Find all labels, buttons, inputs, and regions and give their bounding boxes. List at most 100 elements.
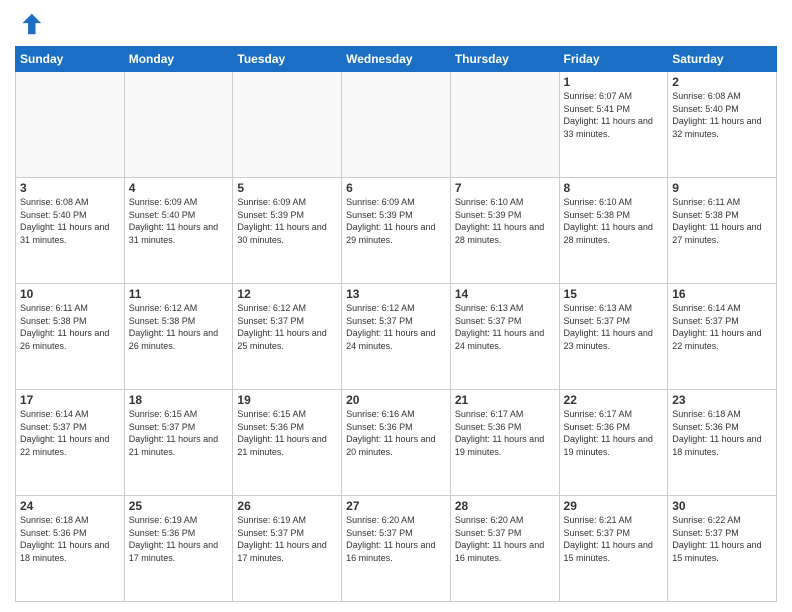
day-info: Sunrise: 6:14 AMSunset: 5:37 PMDaylight:… (20, 408, 120, 458)
calendar-cell: 4Sunrise: 6:09 AMSunset: 5:40 PMDaylight… (124, 178, 233, 284)
day-number: 15 (564, 287, 664, 301)
calendar-header-wednesday: Wednesday (342, 47, 451, 72)
calendar-header-thursday: Thursday (450, 47, 559, 72)
day-number: 2 (672, 75, 772, 89)
calendar-header-row: SundayMondayTuesdayWednesdayThursdayFrid… (16, 47, 777, 72)
day-info: Sunrise: 6:19 AMSunset: 5:37 PMDaylight:… (237, 514, 337, 564)
day-number: 20 (346, 393, 446, 407)
calendar-cell: 14Sunrise: 6:13 AMSunset: 5:37 PMDayligh… (450, 284, 559, 390)
day-number: 18 (129, 393, 229, 407)
day-info: Sunrise: 6:12 AMSunset: 5:37 PMDaylight:… (237, 302, 337, 352)
calendar-header-saturday: Saturday (668, 47, 777, 72)
calendar-week-2: 3Sunrise: 6:08 AMSunset: 5:40 PMDaylight… (16, 178, 777, 284)
calendar-header-sunday: Sunday (16, 47, 125, 72)
day-number: 14 (455, 287, 555, 301)
day-info: Sunrise: 6:09 AMSunset: 5:39 PMDaylight:… (237, 196, 337, 246)
calendar-cell: 5Sunrise: 6:09 AMSunset: 5:39 PMDaylight… (233, 178, 342, 284)
day-number: 21 (455, 393, 555, 407)
day-number: 16 (672, 287, 772, 301)
calendar-cell: 8Sunrise: 6:10 AMSunset: 5:38 PMDaylight… (559, 178, 668, 284)
calendar-cell: 2Sunrise: 6:08 AMSunset: 5:40 PMDaylight… (668, 72, 777, 178)
day-number: 30 (672, 499, 772, 513)
day-info: Sunrise: 6:09 AMSunset: 5:39 PMDaylight:… (346, 196, 446, 246)
day-info: Sunrise: 6:13 AMSunset: 5:37 PMDaylight:… (564, 302, 664, 352)
day-number: 23 (672, 393, 772, 407)
calendar-week-5: 24Sunrise: 6:18 AMSunset: 5:36 PMDayligh… (16, 496, 777, 602)
calendar-cell: 15Sunrise: 6:13 AMSunset: 5:37 PMDayligh… (559, 284, 668, 390)
day-number: 1 (564, 75, 664, 89)
logo (15, 10, 47, 38)
calendar-header-friday: Friday (559, 47, 668, 72)
day-number: 5 (237, 181, 337, 195)
calendar-cell: 19Sunrise: 6:15 AMSunset: 5:36 PMDayligh… (233, 390, 342, 496)
calendar-cell: 16Sunrise: 6:14 AMSunset: 5:37 PMDayligh… (668, 284, 777, 390)
day-number: 28 (455, 499, 555, 513)
calendar-cell: 9Sunrise: 6:11 AMSunset: 5:38 PMDaylight… (668, 178, 777, 284)
calendar-week-1: 1Sunrise: 6:07 AMSunset: 5:41 PMDaylight… (16, 72, 777, 178)
calendar-cell: 17Sunrise: 6:14 AMSunset: 5:37 PMDayligh… (16, 390, 125, 496)
calendar-cell: 3Sunrise: 6:08 AMSunset: 5:40 PMDaylight… (16, 178, 125, 284)
day-info: Sunrise: 6:20 AMSunset: 5:37 PMDaylight:… (455, 514, 555, 564)
logo-icon (15, 10, 43, 38)
calendar-week-3: 10Sunrise: 6:11 AMSunset: 5:38 PMDayligh… (16, 284, 777, 390)
calendar-cell: 1Sunrise: 6:07 AMSunset: 5:41 PMDaylight… (559, 72, 668, 178)
calendar-week-4: 17Sunrise: 6:14 AMSunset: 5:37 PMDayligh… (16, 390, 777, 496)
day-number: 3 (20, 181, 120, 195)
day-number: 9 (672, 181, 772, 195)
calendar-cell: 6Sunrise: 6:09 AMSunset: 5:39 PMDaylight… (342, 178, 451, 284)
header (15, 10, 777, 38)
calendar-cell: 30Sunrise: 6:22 AMSunset: 5:37 PMDayligh… (668, 496, 777, 602)
calendar-cell: 27Sunrise: 6:20 AMSunset: 5:37 PMDayligh… (342, 496, 451, 602)
calendar-cell (124, 72, 233, 178)
day-info: Sunrise: 6:15 AMSunset: 5:37 PMDaylight:… (129, 408, 229, 458)
day-number: 8 (564, 181, 664, 195)
day-info: Sunrise: 6:16 AMSunset: 5:36 PMDaylight:… (346, 408, 446, 458)
day-info: Sunrise: 6:20 AMSunset: 5:37 PMDaylight:… (346, 514, 446, 564)
day-number: 27 (346, 499, 446, 513)
calendar-cell (450, 72, 559, 178)
day-number: 29 (564, 499, 664, 513)
day-info: Sunrise: 6:17 AMSunset: 5:36 PMDaylight:… (455, 408, 555, 458)
day-info: Sunrise: 6:07 AMSunset: 5:41 PMDaylight:… (564, 90, 664, 140)
day-info: Sunrise: 6:10 AMSunset: 5:38 PMDaylight:… (564, 196, 664, 246)
day-info: Sunrise: 6:12 AMSunset: 5:38 PMDaylight:… (129, 302, 229, 352)
day-number: 4 (129, 181, 229, 195)
day-info: Sunrise: 6:09 AMSunset: 5:40 PMDaylight:… (129, 196, 229, 246)
calendar-cell: 20Sunrise: 6:16 AMSunset: 5:36 PMDayligh… (342, 390, 451, 496)
day-info: Sunrise: 6:17 AMSunset: 5:36 PMDaylight:… (564, 408, 664, 458)
day-info: Sunrise: 6:10 AMSunset: 5:39 PMDaylight:… (455, 196, 555, 246)
day-info: Sunrise: 6:11 AMSunset: 5:38 PMDaylight:… (20, 302, 120, 352)
calendar-cell: 10Sunrise: 6:11 AMSunset: 5:38 PMDayligh… (16, 284, 125, 390)
calendar-cell: 29Sunrise: 6:21 AMSunset: 5:37 PMDayligh… (559, 496, 668, 602)
calendar-cell (342, 72, 451, 178)
calendar-cell: 7Sunrise: 6:10 AMSunset: 5:39 PMDaylight… (450, 178, 559, 284)
day-number: 13 (346, 287, 446, 301)
calendar-header-monday: Monday (124, 47, 233, 72)
day-number: 24 (20, 499, 120, 513)
calendar-cell (233, 72, 342, 178)
day-info: Sunrise: 6:14 AMSunset: 5:37 PMDaylight:… (672, 302, 772, 352)
calendar-header-tuesday: Tuesday (233, 47, 342, 72)
day-info: Sunrise: 6:21 AMSunset: 5:37 PMDaylight:… (564, 514, 664, 564)
day-info: Sunrise: 6:08 AMSunset: 5:40 PMDaylight:… (672, 90, 772, 140)
calendar-cell: 11Sunrise: 6:12 AMSunset: 5:38 PMDayligh… (124, 284, 233, 390)
day-number: 7 (455, 181, 555, 195)
day-number: 10 (20, 287, 120, 301)
day-number: 19 (237, 393, 337, 407)
calendar-table: SundayMondayTuesdayWednesdayThursdayFrid… (15, 46, 777, 602)
page: SundayMondayTuesdayWednesdayThursdayFrid… (0, 0, 792, 612)
day-info: Sunrise: 6:11 AMSunset: 5:38 PMDaylight:… (672, 196, 772, 246)
day-number: 17 (20, 393, 120, 407)
day-info: Sunrise: 6:08 AMSunset: 5:40 PMDaylight:… (20, 196, 120, 246)
day-info: Sunrise: 6:22 AMSunset: 5:37 PMDaylight:… (672, 514, 772, 564)
calendar-cell: 21Sunrise: 6:17 AMSunset: 5:36 PMDayligh… (450, 390, 559, 496)
calendar-cell: 13Sunrise: 6:12 AMSunset: 5:37 PMDayligh… (342, 284, 451, 390)
calendar-cell: 25Sunrise: 6:19 AMSunset: 5:36 PMDayligh… (124, 496, 233, 602)
day-info: Sunrise: 6:12 AMSunset: 5:37 PMDaylight:… (346, 302, 446, 352)
day-info: Sunrise: 6:18 AMSunset: 5:36 PMDaylight:… (20, 514, 120, 564)
calendar-cell: 26Sunrise: 6:19 AMSunset: 5:37 PMDayligh… (233, 496, 342, 602)
day-number: 12 (237, 287, 337, 301)
day-info: Sunrise: 6:19 AMSunset: 5:36 PMDaylight:… (129, 514, 229, 564)
day-info: Sunrise: 6:18 AMSunset: 5:36 PMDaylight:… (672, 408, 772, 458)
day-number: 22 (564, 393, 664, 407)
